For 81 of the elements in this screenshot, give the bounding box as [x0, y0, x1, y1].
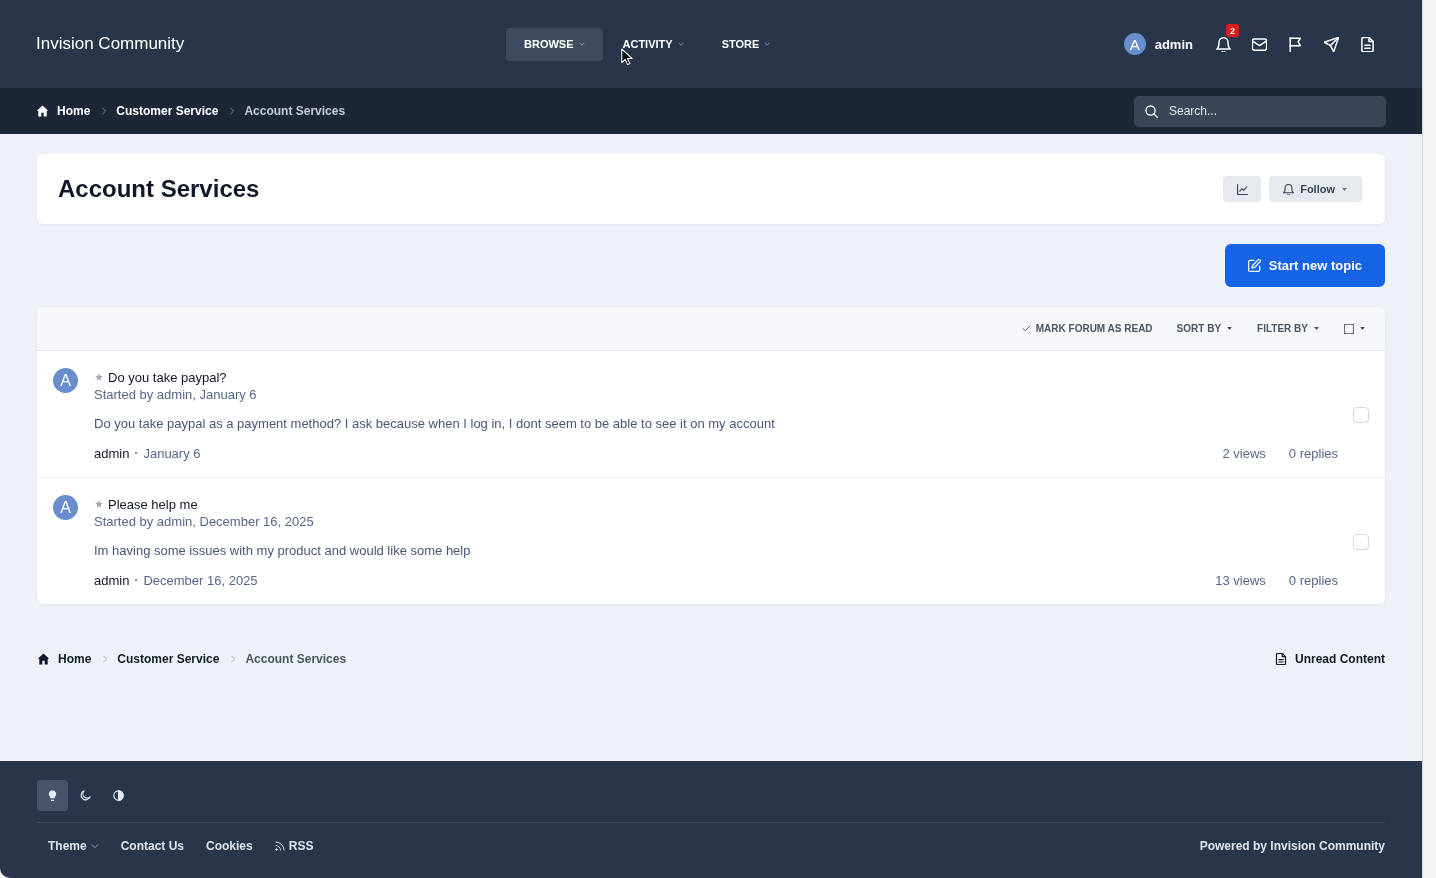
user-avatar: A — [1123, 33, 1146, 55]
moon-icon — [80, 790, 91, 801]
rss-icon — [274, 841, 285, 851]
home-icon — [36, 105, 49, 117]
dropdown-button[interactable]: SORT BY — [1176, 323, 1234, 334]
chevron-down-icon — [90, 842, 99, 850]
username-label: admin — [1154, 36, 1193, 52]
topic-started-by: Started by admin, December 16, 2025 — [94, 513, 315, 531]
footer-link[interactable]: Theme — [37, 839, 110, 853]
topic-title-link[interactable]: Please help me — [108, 496, 198, 512]
bell-icon — [1283, 183, 1295, 195]
unread-content-link[interactable]: Unread Content — [1275, 652, 1385, 666]
breadcrumb-link[interactable]: Customer Service — [116, 104, 219, 118]
search-field[interactable]: Search... — [1134, 95, 1386, 127]
check-icon — [1021, 324, 1031, 333]
topic-started-by: Started by admin, January 6 — [94, 386, 258, 404]
caret-down-icon — [1359, 325, 1366, 332]
chevron-right-icon — [100, 107, 109, 115]
user-avatar: A — [53, 495, 78, 520]
topic-checkbox[interactable] — [1353, 407, 1369, 423]
footer-link[interactable]: Contact Us — [109, 839, 196, 853]
topic-checkbox[interactable] — [1353, 534, 1369, 550]
topic-title-link[interactable]: Do you take paypal? — [108, 369, 227, 385]
envelope-icon — [1251, 36, 1267, 52]
last-post-date: December 16, 2025 — [143, 572, 258, 588]
replies-count: 0 replies — [1288, 572, 1338, 588]
caret-down-icon — [1313, 325, 1320, 332]
edit-icon — [1247, 259, 1261, 272]
nav-menu-item[interactable]: STORE — [703, 27, 789, 61]
flag-icon — [1287, 36, 1303, 52]
document-icon — [1359, 36, 1375, 52]
breadcrumb-link[interactable]: Account Services — [245, 652, 347, 666]
lightbulb-icon — [47, 790, 58, 801]
light-mode-button[interactable] — [37, 780, 68, 811]
powered-by-text: Powered by Invision Community — [1199, 839, 1385, 853]
chevron-right-icon — [228, 107, 237, 115]
replies-count: 0 replies — [1288, 445, 1338, 461]
start-new-topic-button[interactable]: Start new topic — [1224, 244, 1385, 287]
mark-read-button[interactable]: MARK FORUM AS READ — [1021, 323, 1153, 334]
dropdown-button[interactable]: FILTER BY — [1257, 323, 1320, 334]
footer-link[interactable]: Cookies — [195, 839, 264, 853]
line-chart-icon — [1236, 183, 1248, 195]
document-icon — [1275, 653, 1287, 665]
views-count: 13 views — [1215, 572, 1266, 588]
star-icon — [95, 500, 103, 508]
half-circle-icon — [113, 790, 124, 801]
chevron-down-icon — [677, 41, 684, 47]
user-menu-button[interactable]: A admin — [1123, 33, 1193, 55]
topic-snippet: Im having some issues with my product and would like some help — [94, 542, 472, 560]
breadcrumb-link[interactable]: Account Services — [244, 104, 346, 118]
breadcrumb-link[interactable]: Home — [36, 104, 91, 118]
home-icon — [37, 653, 50, 665]
notifications-button[interactable]: 2 — [1205, 26, 1241, 62]
site-logo[interactable]: Invision Community — [36, 34, 185, 54]
mouse-pointer-icon — [621, 48, 633, 66]
last-post-date: January 6 — [143, 445, 201, 461]
bell-icon — [1215, 36, 1231, 52]
breadcrumb-link[interactable]: Home — [37, 652, 92, 666]
views-count: 2 views — [1222, 445, 1266, 461]
breadcrumb-link[interactable]: Customer Service — [117, 652, 220, 666]
select-menu-button[interactable] — [1344, 323, 1366, 334]
last-poster-name: admin — [94, 445, 130, 461]
footer-link[interactable]: RSS — [263, 839, 325, 853]
caret-down-icon — [1226, 325, 1234, 332]
user-avatar: A — [53, 368, 78, 393]
topic-snippet: Do you take paypal as a payment method? I ask because when I log in, I dont seem to be able to see it on my account — [94, 415, 776, 433]
forum-title: Account Services — [58, 175, 260, 203]
paper-plane-icon — [1323, 36, 1339, 52]
notification-count-badge: 2 — [1226, 24, 1239, 37]
chevron-right-icon — [101, 655, 110, 663]
last-poster-name: admin — [94, 572, 130, 588]
nav-menu-item[interactable]: ACTIVITY — [604, 27, 702, 61]
chevron-down-icon — [764, 41, 771, 47]
follow-button[interactable]: Follow — [1269, 176, 1362, 202]
caret-down-icon — [1341, 185, 1348, 193]
chevron-down-icon — [578, 41, 585, 47]
chevron-right-icon — [229, 655, 238, 663]
nav-menu-item[interactable]: BROWSE — [506, 27, 603, 61]
search-icon — [1145, 104, 1158, 118]
star-icon — [95, 373, 103, 381]
statistics-button[interactable] — [1223, 176, 1262, 202]
